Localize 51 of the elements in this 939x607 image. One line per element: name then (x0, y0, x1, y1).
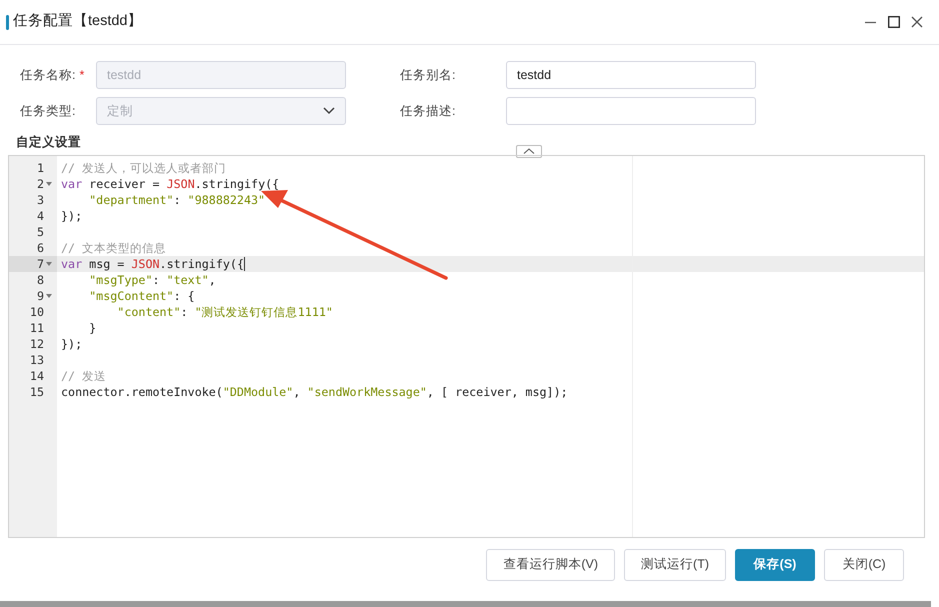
line-number: 11 (30, 320, 44, 336)
line-number: 10 (30, 304, 44, 320)
line-number: 5 (36, 224, 44, 240)
field-label: 任务名称: (20, 66, 76, 84)
code-line: var receiver = JSON.stringify({ (61, 176, 280, 192)
field-label: 任务描述: (400, 102, 456, 120)
section-title: 自定义设置 (16, 134, 81, 151)
required-mark: * (79, 66, 84, 84)
code-line: "content": "测试发送钉钉信息1111" (116, 304, 333, 320)
code-line: connector.remoteInvoke("DDModule", "sendWorkMessage", [ receiver, msg]); (61, 384, 568, 400)
code-line: "msgContent": { (88, 288, 195, 304)
text-cursor (244, 256, 245, 271)
chevron-down-icon (323, 107, 335, 115)
fold-arrow-icon[interactable] (46, 262, 52, 266)
code-line: "msgType": "text", (88, 272, 216, 288)
code-line: // 文本类型的信息 (61, 240, 166, 256)
line-number: 7 (36, 256, 44, 272)
collapse-button[interactable] (516, 144, 542, 158)
fold-arrow-icon[interactable] (46, 182, 52, 186)
code-line: }); (61, 208, 82, 224)
close-icon[interactable] (911, 16, 923, 28)
line-number: 9 (36, 288, 44, 304)
line-number: 1 (36, 160, 44, 176)
code-line: // 发送人，可以选人或者部门 (61, 160, 226, 176)
maximize-icon[interactable] (888, 16, 900, 28)
input-field[interactable]: testdd (506, 61, 756, 89)
title-accent (6, 14, 9, 30)
code-line: "department": "988882243" (88, 192, 266, 208)
code-line: } (88, 320, 96, 336)
line-number: 6 (36, 240, 44, 256)
line-number: 12 (30, 336, 44, 352)
line-number: 14 (30, 368, 44, 384)
dialog-button[interactable]: 测试运行(T) (624, 548, 726, 581)
input-field[interactable] (506, 97, 756, 125)
dialog-button[interactable]: 保存(S) (735, 548, 815, 581)
line-number: 3 (36, 192, 44, 208)
fold-arrow-icon[interactable] (46, 294, 52, 298)
dialog-button[interactable]: 查看运行脚本(V) (486, 548, 616, 581)
chevron-up-icon (523, 148, 535, 154)
line-number: 2 (36, 176, 44, 192)
field-label: 任务类型: (20, 102, 76, 120)
code-line: }); (61, 336, 82, 352)
field-label: 任务别名: (400, 66, 456, 84)
dialog-button[interactable]: 关闭(C) (824, 548, 904, 581)
line-number: 4 (36, 208, 44, 224)
window-title: 任务配置【testdd】 (13, 12, 142, 32)
line-number: 8 (36, 272, 44, 288)
code-line: // 发送 (61, 368, 106, 384)
code-line: var msg = JSON.stringify({ (61, 256, 244, 272)
line-number: 13 (30, 352, 44, 368)
line-number: 15 (30, 384, 44, 400)
